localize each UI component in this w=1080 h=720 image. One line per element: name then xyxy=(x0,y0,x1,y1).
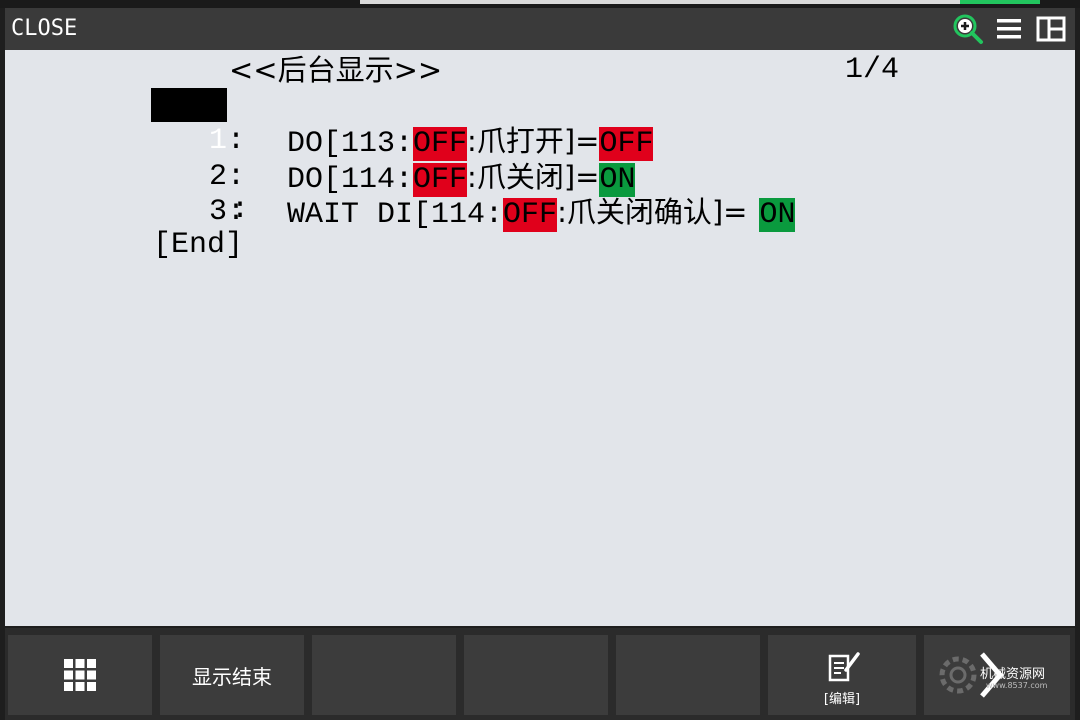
watermark-subtext: www.8537.com xyxy=(986,681,1048,690)
title-bar: CLOSE xyxy=(5,8,1075,50)
menu-icon[interactable] xyxy=(992,12,1026,46)
fkey-empty-5[interactable] xyxy=(616,635,760,715)
line-prefix: DO[113: xyxy=(287,127,414,161)
line-prefix: DO[114: xyxy=(287,163,414,197)
program-line[interactable]: 1: DO[113:OFF:爪打开]=OFF xyxy=(5,87,654,161)
line-cursor xyxy=(151,88,227,122)
continuation-mark: : xyxy=(231,193,250,227)
line-separator: : xyxy=(227,160,246,194)
line-comment: :爪关闭]= xyxy=(467,160,600,194)
edit-icon xyxy=(828,652,860,682)
fkey-label: 显示结束 xyxy=(192,664,272,689)
fkey-menu[interactable] xyxy=(8,635,152,715)
io-state-badge: OFF xyxy=(413,163,468,197)
program-header: <<后台显示>> xyxy=(229,52,442,88)
status-strip-light xyxy=(360,0,960,4)
program-line[interactable]: 3: WAIT DI[114:OFF:爪关闭确认]= ON xyxy=(5,158,796,232)
end-marker[interactable]: [End] xyxy=(153,227,243,263)
fkey-empty-3[interactable] xyxy=(312,635,456,715)
page-indicator: 1/4 xyxy=(845,53,900,87)
fkey-edit[interactable]: [编辑] xyxy=(768,635,916,715)
fkey-empty-4[interactable] xyxy=(464,635,608,715)
line-comment: :爪关闭确认]= xyxy=(557,195,748,229)
line-separator: : xyxy=(227,124,246,158)
zoom-in-icon[interactable] xyxy=(951,12,985,46)
top-strip xyxy=(0,0,1080,8)
line-number: 1 xyxy=(209,124,228,158)
grid-icon xyxy=(64,659,96,691)
line-prefix: WAIT DI[114: xyxy=(287,198,504,232)
window-title: CLOSE xyxy=(11,16,78,41)
io-state-badge: OFF xyxy=(503,198,558,232)
io-state-badge: OFF xyxy=(413,127,468,161)
io-value-badge: ON xyxy=(759,198,796,232)
watermark-text: 机械资源网 xyxy=(980,667,1046,682)
line-number: 3 xyxy=(209,195,228,229)
fkey-display-end[interactable]: 显示结束 xyxy=(160,635,304,715)
io-value-badge: ON xyxy=(599,163,636,197)
io-value-badge: OFF xyxy=(599,127,654,161)
fkey-label: [编辑] xyxy=(823,692,861,707)
status-strip-accent xyxy=(960,0,1040,4)
split-view-icon[interactable] xyxy=(1034,12,1068,46)
function-key-bar: 显示结束 [编辑] 机械资源网 www.8537.com xyxy=(5,628,1075,720)
program-line[interactable]: 2: DO[114:OFF:爪关闭]=ON xyxy=(5,123,636,197)
program-display: <<后台显示>> 1/4 1: DO[113:OFF:爪打开]=OFF 2: DO[… xyxy=(5,50,1075,626)
line-comment: :爪打开]= xyxy=(467,124,600,158)
header-text: <<后台显示>> xyxy=(229,53,443,87)
fkey-next[interactable]: 机械资源网 www.8537.com xyxy=(924,635,1070,715)
line-number: 2 xyxy=(209,160,228,194)
